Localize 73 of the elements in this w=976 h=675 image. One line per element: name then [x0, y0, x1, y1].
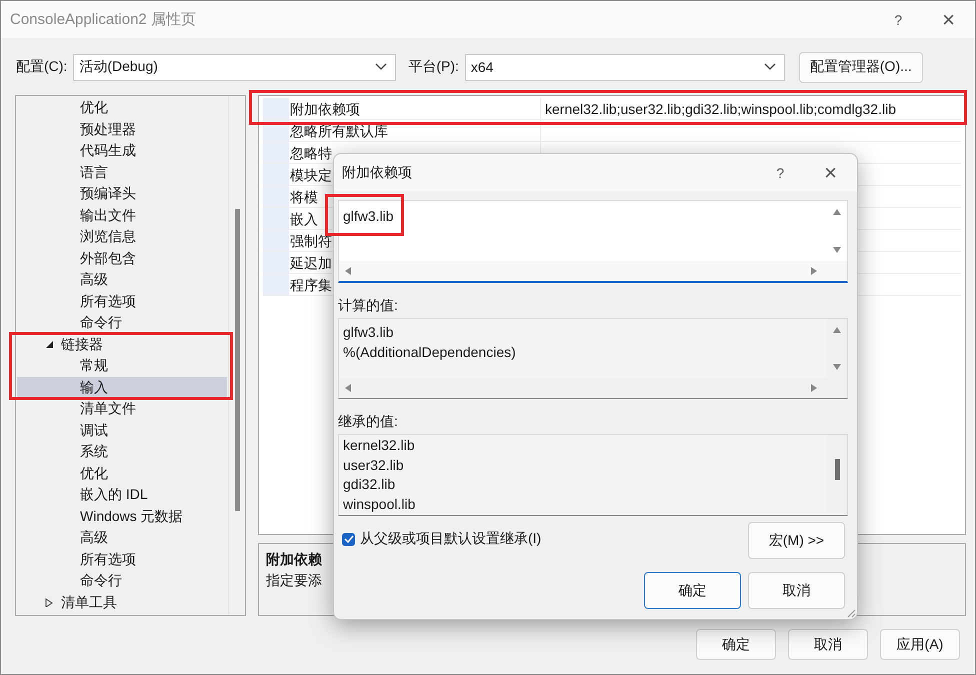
- macro-button[interactable]: 宏(M) >>: [748, 522, 845, 559]
- scroll-down-icon[interactable]: [832, 362, 842, 372]
- tree-item[interactable]: 常规: [17, 355, 227, 376]
- tree-item[interactable]: 所有选项: [17, 548, 227, 570]
- property-name[interactable]: 附加依赖项: [289, 98, 541, 119]
- tree-item[interactable]: 外部包含: [17, 248, 227, 269]
- close-button[interactable]: ×: [824, 160, 837, 186]
- tree-item[interactable]: 输入: [17, 376, 227, 398]
- window-title: ConsoleApplication2 属性页: [10, 10, 197, 29]
- scroll-down-icon[interactable]: [832, 245, 842, 255]
- tree-item[interactable]: 预编译头: [17, 183, 227, 204]
- expanded-triangle-icon[interactable]: [45, 340, 54, 348]
- scroll-left-icon[interactable]: [343, 266, 353, 276]
- checkbox[interactable]: [342, 532, 355, 546]
- tree-item[interactable]: 高级: [17, 269, 227, 290]
- resize-grip-icon[interactable]: [846, 608, 856, 618]
- value-line: user32.lib: [343, 456, 404, 474]
- tree-item[interactable]: 链接器: [17, 334, 227, 355]
- tree-item[interactable]: 清单工具: [17, 592, 227, 613]
- config-manager-button[interactable]: 配置管理器(O)...: [798, 52, 923, 82]
- description-text: 指定要添: [266, 571, 322, 590]
- tree-item[interactable]: 高级: [17, 527, 227, 548]
- tree-item[interactable]: 嵌入的 IDL: [17, 484, 227, 506]
- dialog-button[interactable]: 取消: [748, 572, 845, 609]
- help-button[interactable]: ?: [894, 12, 902, 28]
- tree-item[interactable]: 清单文件: [17, 398, 227, 420]
- dropdown[interactable]: 活动(Debug): [73, 54, 396, 80]
- field-label: 平台(P):: [408, 58, 459, 76]
- scroll-up-icon[interactable]: [832, 325, 842, 335]
- scroll-up-icon[interactable]: [832, 207, 842, 217]
- scrollbar-thumb[interactable]: [234, 209, 240, 511]
- tree-item[interactable]: 命令行: [17, 312, 227, 334]
- dropdown[interactable]: x64: [464, 54, 785, 80]
- tree-item[interactable]: 浏览信息: [17, 226, 227, 248]
- section-label: 继承的值:: [338, 413, 399, 429]
- value-line: %(AdditionalDependencies): [343, 343, 516, 362]
- checkbox-label: 从父级或项目默认设置继承(I): [360, 530, 542, 548]
- tree-item[interactable]: 语言: [17, 162, 227, 183]
- scroll-left-icon[interactable]: [343, 383, 353, 393]
- tree-item[interactable]: 代码生成: [17, 140, 227, 162]
- tree-item[interactable]: 调试: [17, 420, 227, 441]
- value-line: gdi32.lib: [343, 475, 396, 494]
- text-area[interactable]: glfw3.lib: [338, 200, 848, 283]
- close-button[interactable]: ×: [942, 6, 955, 32]
- dialog-button[interactable]: 确定: [696, 629, 776, 660]
- dialog-button[interactable]: 应用(A): [880, 629, 960, 660]
- tree-item[interactable]: 预处理器: [17, 118, 227, 140]
- description-title: 附加依赖: [266, 550, 323, 569]
- scroll-right-icon[interactable]: [809, 383, 819, 393]
- tree-item[interactable]: 输出文件: [17, 204, 227, 226]
- tree-item[interactable]: 命令行: [17, 570, 227, 592]
- property-name[interactable]: 忽略所有默认库: [289, 120, 541, 141]
- dialog-button[interactable]: 取消: [788, 629, 868, 660]
- tree-item[interactable]: 优化: [17, 462, 227, 484]
- field-text: glfw3.lib: [343, 207, 394, 226]
- property-value[interactable]: kernel32.lib;user32.lib;gdi32.lib;winspool.lib;comdlg32.lib: [541, 98, 896, 119]
- tree-item[interactable]: Windows 元数据: [17, 506, 227, 527]
- section-label: 计算的值:: [338, 297, 399, 313]
- scrollbar-thumb[interactable]: [834, 459, 840, 480]
- tree-item[interactable]: 系统: [17, 441, 227, 462]
- collapsed-triangle-icon[interactable]: [45, 598, 54, 606]
- dialog-title: 附加依赖项: [342, 164, 413, 182]
- field-label: 配置(C):: [16, 58, 68, 76]
- chevron-down-icon: [375, 63, 388, 71]
- dialog-button[interactable]: 确定: [644, 572, 741, 609]
- value-line: glfw3.lib: [343, 323, 394, 342]
- scroll-right-icon[interactable]: [809, 266, 819, 276]
- tree-item[interactable]: 所有选项: [17, 290, 227, 312]
- chevron-down-icon: [764, 63, 776, 71]
- tree-item[interactable]: 优化: [17, 97, 227, 118]
- value-line: winspool.lib: [343, 494, 416, 514]
- help-button[interactable]: ?: [776, 164, 784, 180]
- value-line: kernel32.lib: [343, 436, 415, 455]
